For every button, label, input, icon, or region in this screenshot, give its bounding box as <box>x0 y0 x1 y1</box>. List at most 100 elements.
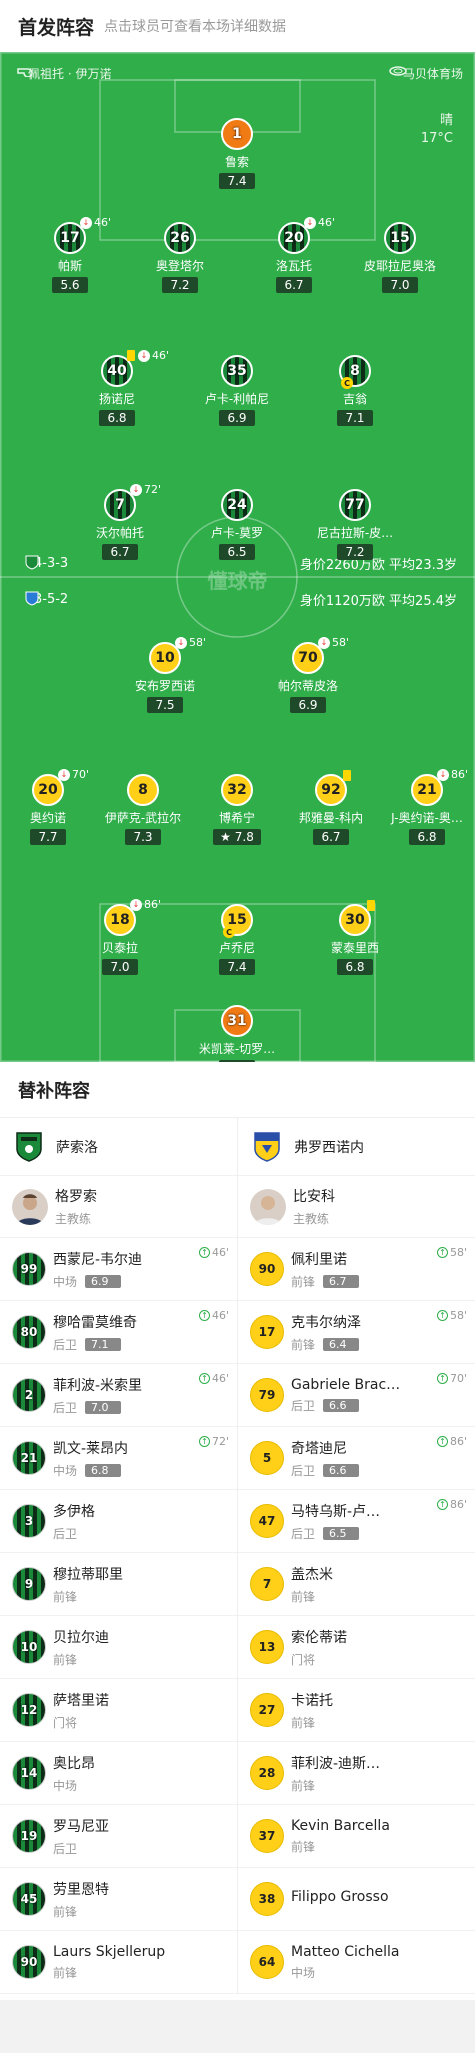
substitution-event: ↓ 58' <box>318 636 349 649</box>
sub-off-icon: ↓ <box>175 636 187 649</box>
jersey-number: 8 <box>127 774 159 806</box>
substitution-event: ↓ 86' <box>130 898 161 911</box>
home-player-8[interactable]: 8 C 吉翁 7.1 <box>295 355 415 426</box>
home-sub-2[interactable]: 2 菲利波-米索里 后卫 7.0 ↑ 46' <box>0 1364 237 1427</box>
sub-rating: 7.1 <box>85 1337 122 1351</box>
home-player-7[interactable]: 7 ↓ 72' 沃尔帕托 6.7 <box>60 483 180 560</box>
player-rating: 6.7 <box>313 829 349 845</box>
home-player-17[interactable]: 17 ↓ 46' 帕斯 5.6 <box>10 216 130 293</box>
home-coach-row[interactable]: 格罗索 主教练 <box>0 1176 237 1238</box>
coach-avatar <box>12 1188 48 1225</box>
sub-on-time: ↑ 86' <box>436 1435 467 1448</box>
sassuolo-crest-icon <box>14 1130 44 1164</box>
home-coach-role: 主教练 <box>55 1212 92 1226</box>
home-sub-45[interactable]: 45 劳里恩特 前锋 <box>0 1868 237 1931</box>
jersey-number: 80 <box>12 1315 46 1349</box>
sub-position: 中场 <box>53 1274 78 1289</box>
sub-position: 后卫 <box>291 1463 316 1478</box>
sub-rating: 6.5 <box>323 1526 360 1540</box>
sub-on-icon: ↑ <box>436 1247 448 1258</box>
away-sub-47[interactable]: 47 马特乌斯-卢… 后卫 6.5 ↑ 86' <box>238 1490 475 1553</box>
home-sub-14[interactable]: 14 奥比昂 中场 <box>0 1742 237 1805</box>
substitution-event: ↓ 86' <box>437 768 468 781</box>
home-player-26[interactable]: 26 奥登塔尔 7.2 <box>120 222 240 293</box>
home-player-35[interactable]: 35 卢卡-利帕尼 6.9 <box>177 355 297 426</box>
away-sub-5[interactable]: 5 奇塔迪尼 后卫 6.6 ↑ 86' <box>238 1427 475 1490</box>
away-player-10[interactable]: 10 ↓ 58' 安布罗西诺 7.5 <box>105 636 225 713</box>
sub-on-icon: ↑ <box>198 1247 210 1258</box>
jersey-number: 90 <box>12 1945 46 1979</box>
home-player-24[interactable]: 24 卢卡-莫罗 6.5 <box>177 489 297 560</box>
away-sub-27[interactable]: 27 卡诺托 前锋 <box>238 1679 475 1742</box>
away-team-header[interactable]: 弗罗西诺内 <box>238 1118 475 1176</box>
lineup-header: 首发阵容 点击球员可查看本场详细数据 <box>0 0 475 52</box>
home-player-40[interactable]: 40 ↓ 46' 扬诺尼 6.8 <box>57 349 177 426</box>
away-sub-28[interactable]: 28 菲利波-迪斯… 前锋 <box>238 1742 475 1805</box>
jersey-number: 47 <box>250 1504 284 1538</box>
player-rating: 6.8 <box>99 410 135 426</box>
away-sub-17[interactable]: 17 克韦尔纳泽 前锋 6.4 ↑ 58' <box>238 1301 475 1364</box>
away-value: 身价1120万欧 平均25.4岁 <box>299 594 457 609</box>
home-sub-9[interactable]: 9 穆拉蒂耶里 前锋 <box>0 1553 237 1616</box>
away-sub-90[interactable]: 90 佩利里诺 前锋 6.7 ↑ 58' <box>238 1238 475 1301</box>
home-sub-10[interactable]: 10 贝拉尔迪 前锋 <box>0 1616 237 1679</box>
away-coach-row[interactable]: 比安科 主教练 <box>238 1176 475 1238</box>
lineup-page: { "header": {"title": "首发阵容", "subtitle"… <box>0 0 475 2053</box>
home-player-15[interactable]: 15 皮耶拉尼奥洛 7.0 <box>340 222 460 293</box>
home-sub-99[interactable]: 99 西蒙尼-韦尔迪 中场 6.9 ↑ 46' <box>0 1238 237 1301</box>
sub-position: 门将 <box>291 1652 316 1667</box>
jersey-number: 19 <box>12 1819 46 1853</box>
home-team-header[interactable]: 萨索洛 <box>0 1118 237 1176</box>
player-rating: 7.2 <box>162 277 198 293</box>
sub-name: 劳里恩特 <box>53 1881 109 1898</box>
home-player-20[interactable]: 20 ↓ 46' 洛瓦托 6.7 <box>234 216 354 293</box>
jersey-number: 15 <box>384 222 416 254</box>
away-sub-64[interactable]: 64 Matteo Cichella 中场 <box>238 1931 475 1994</box>
sub-name: Filippo Grosso <box>291 1889 389 1905</box>
pitch: 佩祖托 · 伊万诺 马贝体育场 晴 17°C 懂球帝 4-3-3 身价2260万… <box>0 52 475 1062</box>
jersey-number: 90 <box>250 1252 284 1286</box>
sub-position: 前锋 <box>291 1589 316 1604</box>
weather-text: 晴 <box>439 113 453 128</box>
sub-time: 58' <box>189 636 207 649</box>
away-sub-38[interactable]: 38 Filippo Grosso <box>238 1868 475 1931</box>
home-sub-21[interactable]: 21 凯文-莱昂内 中场 6.8 ↑ 72' <box>0 1427 237 1490</box>
substitution-event: ↓ 46' <box>304 216 335 229</box>
page-footer <box>0 2000 475 2053</box>
stadium-info: 马贝体育场 <box>389 65 463 82</box>
home-sub-12[interactable]: 12 萨塔里诺 门将 <box>0 1679 237 1742</box>
section-title: 首发阵容 <box>18 16 95 39</box>
sub-time: 46' <box>152 349 170 362</box>
player-name: 皮耶拉尼奥洛 <box>363 259 436 273</box>
away-sub-79[interactable]: 79 Gabriele Brac… 后卫 6.6 ↑ 70' <box>238 1364 475 1427</box>
home-sub-3[interactable]: 3 多伊格 后卫 <box>0 1490 237 1553</box>
away-sub-37[interactable]: 37 Kevin Barcella 前锋 <box>238 1805 475 1868</box>
away-team-name: 弗罗西诺内 <box>294 1139 364 1156</box>
away-player-30[interactable]: 30 蒙泰里西 6.8 <box>295 900 415 975</box>
sub-off-icon: ↓ <box>80 216 92 229</box>
yellow-card-icon <box>127 350 135 361</box>
sub-position: 中场 <box>53 1778 78 1793</box>
sub-name: Matteo Cichella <box>291 1943 400 1960</box>
jersey-number: 26 <box>164 222 196 254</box>
away-sub-13[interactable]: 13 索伦蒂诺 门将 <box>238 1616 475 1679</box>
home-player-77[interactable]: 77 尼古拉斯-皮… 7.2 <box>295 489 415 560</box>
away-player-70[interactable]: 70 ↓ 58' 帕尔蒂皮洛 6.9 <box>248 636 368 713</box>
home-sub-80[interactable]: 80 穆哈雷莫维奇 后卫 7.1 ↑ 46' <box>0 1301 237 1364</box>
home-player-1[interactable]: 1 鲁索 7.4 <box>177 118 297 189</box>
home-sub-90[interactable]: 90 Laurs Skjellerup 前锋 <box>0 1931 237 1994</box>
away-player-21[interactable]: 21 ↓ 86' J-奥约诺-奥… 6.8 <box>367 768 475 845</box>
home-sub-19[interactable]: 19 罗马尼亚 后卫 <box>0 1805 237 1868</box>
sub-on-time: ↑ 58' <box>436 1246 467 1259</box>
away-player-15[interactable]: 15 C 卢乔尼 7.4 <box>177 904 297 975</box>
sub-rating: 6.8 <box>85 1463 122 1477</box>
player-rating: 7.4 <box>219 959 255 975</box>
sub-position: 中场 <box>53 1463 78 1478</box>
away-player-18[interactable]: 18 ↓ 86' 贝泰拉 7.0 <box>60 898 180 975</box>
sub-name: 卡诺托 <box>291 1692 333 1709</box>
away-player-31[interactable]: 31米凯莱-切罗…7.7 <box>177 1005 297 1062</box>
sub-time: 46' <box>318 216 336 229</box>
sub-on-icon: ↑ <box>198 1436 210 1447</box>
away-sub-7[interactable]: 7 盖杰米 前锋 <box>238 1553 475 1616</box>
sub-name: 穆拉蒂耶里 <box>53 1566 123 1583</box>
